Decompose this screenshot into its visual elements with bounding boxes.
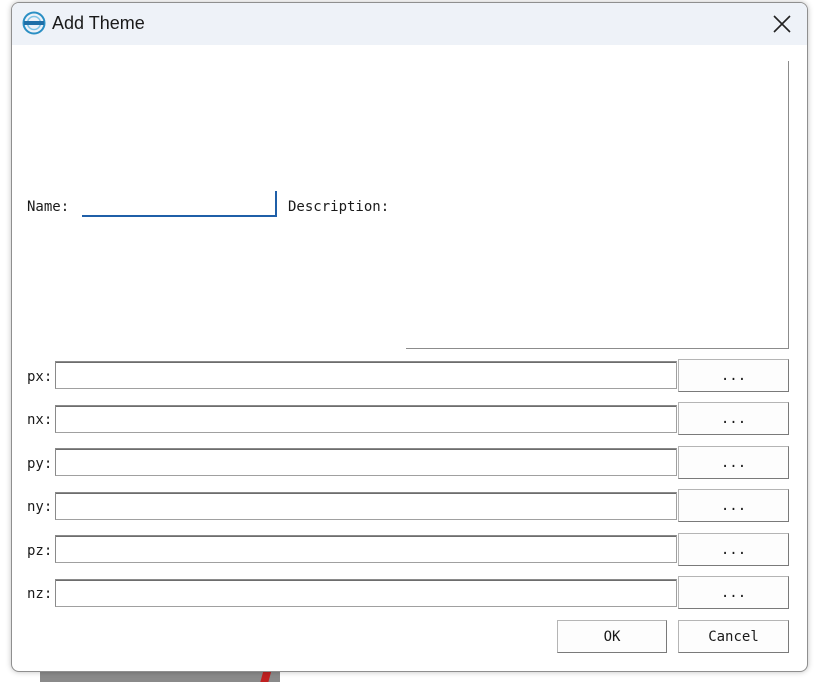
title-bar: Add Theme <box>12 3 807 45</box>
name-input[interactable] <box>82 191 277 217</box>
add-theme-dialog: Add Theme Name: Description: px:... nx:..… <box>11 2 808 672</box>
nz-label: nz: <box>27 586 53 602</box>
nx-label: nx: <box>27 412 53 428</box>
description-label: Description: <box>288 199 390 215</box>
name-label: Name: <box>27 199 70 215</box>
pz-path-input[interactable] <box>55 535 677 563</box>
ny-path-input[interactable] <box>55 492 677 520</box>
nx-path-input[interactable] <box>55 405 677 433</box>
ny-label: ny: <box>27 499 53 515</box>
description-textarea[interactable] <box>406 61 789 349</box>
window-title: Add Theme <box>52 13 145 33</box>
pz-label: pz: <box>27 543 53 559</box>
ok-button[interactable]: OK <box>557 620 667 653</box>
py-browse-button[interactable]: ... <box>678 446 789 479</box>
nx-browse-button[interactable]: ... <box>678 402 789 435</box>
py-path-input[interactable] <box>55 448 677 476</box>
px-browse-button[interactable]: ... <box>678 359 789 392</box>
nz-browse-button[interactable]: ... <box>678 576 789 609</box>
cancel-button[interactable]: Cancel <box>678 620 789 653</box>
px-label: px: <box>27 369 53 385</box>
ny-browse-button[interactable]: ... <box>678 489 789 522</box>
px-path-input[interactable] <box>55 361 677 389</box>
nz-path-input[interactable] <box>55 579 677 607</box>
close-button[interactable] <box>764 7 800 41</box>
lidar-app-icon <box>22 11 46 35</box>
close-icon <box>773 15 791 33</box>
pz-browse-button[interactable]: ... <box>678 533 789 566</box>
py-label: py: <box>27 456 53 472</box>
